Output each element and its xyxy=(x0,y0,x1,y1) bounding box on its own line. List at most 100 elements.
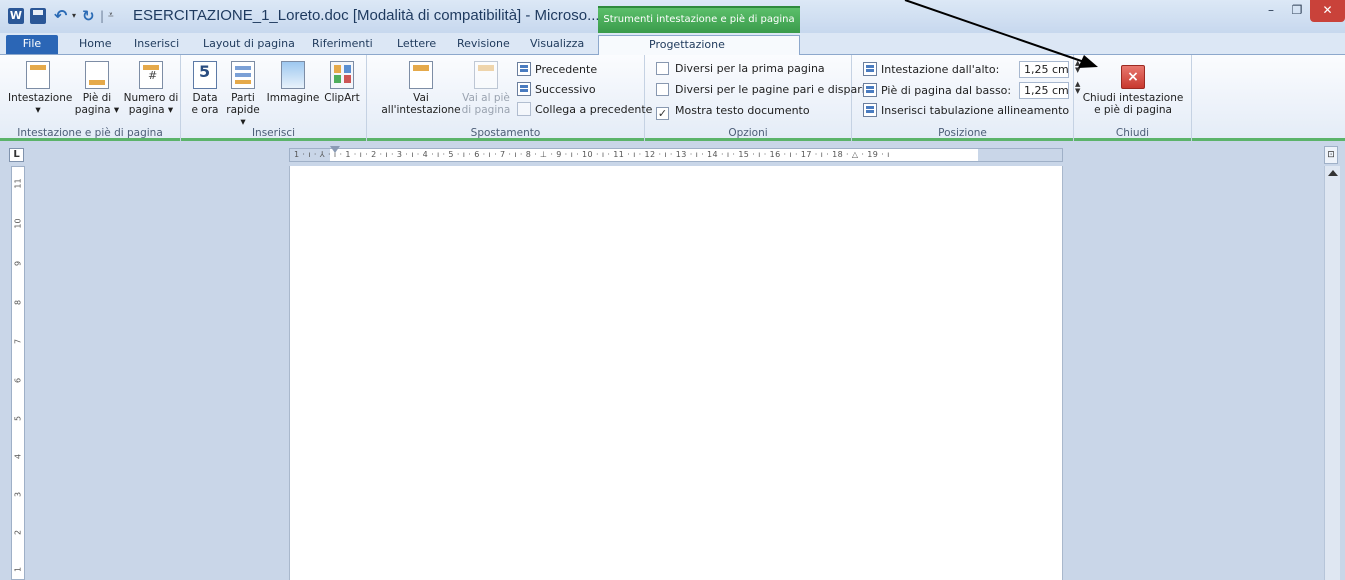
close-button[interactable]: ✕ xyxy=(1310,0,1345,22)
data-ora-button[interactable]: Data e ora xyxy=(187,57,223,116)
tab-revisione[interactable]: Revisione xyxy=(457,35,510,55)
diversi-pari-label: Diversi per le pagine pari e dispari xyxy=(675,83,865,96)
group-label-options: Opzioni xyxy=(728,127,768,139)
redo-icon[interactable]: ↻ xyxy=(82,8,98,24)
vai-pie-label-1: Vai al piè xyxy=(462,92,510,104)
horizontal-ruler[interactable]: 1 · ı · ⅄ · ı · 1 · ı · 2 · ı · 3 · ı · … xyxy=(289,148,1063,162)
title-bar: W ↶ ▾ ↻ | ⩡ ESERCITAZIONE_1_Loreto.doc [… xyxy=(0,0,1345,33)
intestazione-alto-input[interactable]: 1,25 cm xyxy=(1019,61,1069,78)
vai-int-label-1: Vai xyxy=(413,92,429,104)
vertical-ruler[interactable]: 11 10 9 8 7 6 5 4 3 2 1 xyxy=(11,166,25,580)
precedente-button[interactable]: Precedente xyxy=(517,61,597,79)
scroll-up-icon[interactable] xyxy=(1328,170,1338,176)
immagine-button[interactable]: Immagine xyxy=(265,57,321,104)
parti-label-2: rapide xyxy=(226,104,260,116)
tab-visualizza[interactable]: Visualizza xyxy=(530,35,584,55)
tab-layout[interactable]: Layout di pagina xyxy=(203,35,295,55)
tab-file[interactable]: File xyxy=(6,35,58,54)
checkbox-checked-icon[interactable]: ✓ xyxy=(656,107,669,120)
tab-progettazione[interactable]: Progettazione xyxy=(598,35,800,56)
parti-rapide-button[interactable]: Parti rapide ▾ xyxy=(223,57,263,128)
group-label-header-footer: Intestazione e piè di pagina xyxy=(17,127,163,139)
customize-toolbar-icon[interactable]: ⩡ xyxy=(108,8,124,24)
window-title: ESERCITAZIONE_1_Loreto.doc [Modalità di … xyxy=(133,7,600,24)
close-header-footer-icon: × xyxy=(1121,65,1145,89)
vai-pie-button[interactable]: Vai al piè di pagina xyxy=(461,57,511,116)
diversi-prima-label: Diversi per la prima pagina xyxy=(675,62,825,75)
diversi-pari-dispari-checkbox[interactable]: Diversi per le pagine pari e dispari xyxy=(656,81,865,99)
link-icon xyxy=(517,102,531,116)
go-to-footer-icon xyxy=(474,61,498,89)
group-label-navigation: Spostamento xyxy=(470,127,541,139)
ruler-bar: L 1 · ı · ⅄ · ı · 1 · ı · 2 · ı · 3 · ı … xyxy=(0,144,1345,166)
tab-riferimenti[interactable]: Riferimenti xyxy=(312,35,373,55)
picture-icon xyxy=(281,61,305,89)
save-icon[interactable] xyxy=(30,8,46,24)
minimize-button[interactable]: – xyxy=(1258,0,1284,22)
header-icon xyxy=(26,61,50,89)
clipart-label: ClipArt xyxy=(324,92,360,104)
ribbon: Intestazione ▾ Piè di pagina ▾ Numero di… xyxy=(0,55,1345,141)
pie-basso-label: Piè di pagina dal basso: xyxy=(881,84,1012,97)
undo-icon[interactable]: ↶ xyxy=(54,8,70,24)
vruler-tick: 3 xyxy=(13,491,23,498)
chiudi-label-1: Chiudi intestazione xyxy=(1082,92,1184,104)
pie-di-pagina-button[interactable]: Piè di pagina ▾ xyxy=(72,57,122,116)
vruler-tick: 10 xyxy=(13,218,23,229)
group-label-close: Chiudi xyxy=(1115,127,1150,139)
maximize-button[interactable]: ❐ xyxy=(1284,0,1310,22)
contextual-tab-group-label: Strumenti intestazione e piè di pagina xyxy=(598,6,800,33)
clipart-button[interactable]: ClipArt xyxy=(321,57,363,104)
successivo-button[interactable]: Successivo xyxy=(517,81,596,99)
document-page[interactable] xyxy=(289,166,1063,580)
numero-label-2: pagina xyxy=(128,104,165,116)
tab-align-icon xyxy=(863,103,877,117)
vai-int-label-2: all'intestazione xyxy=(381,104,461,116)
group-header-footer: Intestazione ▾ Piè di pagina ▾ Numero di… xyxy=(0,55,181,141)
view-ruler-icon[interactable]: ⊡ xyxy=(1324,146,1338,164)
intestazione-button[interactable]: Intestazione ▾ xyxy=(8,57,73,116)
numero-pagina-button[interactable]: Numero di pagina ▾ xyxy=(122,57,180,116)
data-label-1: Data xyxy=(192,92,218,104)
pie-basso-input[interactable]: 1,25 cm xyxy=(1019,82,1069,99)
diversi-prima-checkbox[interactable]: Diversi per la prima pagina xyxy=(656,60,825,78)
tabulazione-button[interactable]: Inserisci tabulazione allineamento xyxy=(863,102,1069,120)
intestazione-label: Intestazione xyxy=(8,92,73,104)
vai-intestazione-button[interactable]: Vai all'intestazione xyxy=(379,57,463,116)
tab-lettere[interactable]: Lettere xyxy=(397,35,436,55)
intestazione-alto-row: Intestazione dall'alto: 1,25 cm ▲ ▼ xyxy=(863,60,1080,78)
vruler-tick: 9 xyxy=(13,260,23,267)
immagine-label: Immagine xyxy=(266,92,320,104)
vruler-tick: 1 xyxy=(13,566,23,573)
collega-precedente-button[interactable]: Collega a precedente xyxy=(517,101,652,119)
tab-inserisci[interactable]: Inserisci xyxy=(134,35,179,55)
numero-label-1: Numero di xyxy=(123,92,179,104)
tab-home[interactable]: Home xyxy=(79,35,111,55)
ribbon-tabs: File Home Inserisci Layout di pagina Rif… xyxy=(0,33,1345,84)
chiudi-label-2: e piè di pagina xyxy=(1094,104,1172,116)
data-label-2: e ora xyxy=(191,104,219,116)
pie-label-2: pagina xyxy=(74,104,111,116)
group-navigation: Vai all'intestazione Vai al piè di pagin… xyxy=(367,55,652,141)
page-number-icon xyxy=(139,61,163,89)
calendar-icon xyxy=(193,61,217,89)
group-close: × Chiudi intestazione e piè di pagina Ch… xyxy=(1074,55,1192,141)
indent-marker-icon[interactable] xyxy=(330,146,340,153)
chiudi-intestazione-button[interactable]: × Chiudi intestazione e piè di pagina xyxy=(1080,57,1186,116)
vruler-tick: 4 xyxy=(13,453,23,460)
vai-pie-label-2: di pagina xyxy=(461,104,511,116)
vruler-tick: 8 xyxy=(13,299,23,306)
mostra-testo-checkbox[interactable]: ✓ Mostra testo documento xyxy=(656,102,810,120)
go-to-header-icon xyxy=(409,61,433,89)
checkbox-unchecked-icon[interactable] xyxy=(656,83,669,96)
word-app-icon[interactable]: W xyxy=(8,8,24,24)
ruler-ticks: 1 · ı · ⅄ · ı · 1 · ı · 2 · ı · 3 · ı · … xyxy=(294,150,890,159)
checkbox-unchecked-icon[interactable] xyxy=(656,62,669,75)
parti-label-1: Parti xyxy=(231,92,255,104)
vruler-tick: 7 xyxy=(13,338,23,345)
mostra-testo-label: Mostra testo documento xyxy=(675,104,810,117)
vertical-scrollbar[interactable] xyxy=(1324,166,1340,580)
next-icon xyxy=(517,82,531,96)
tab-selector[interactable]: L xyxy=(9,148,24,162)
pie-basso-row: Piè di pagina dal basso: 1,25 cm ▲ ▼ xyxy=(863,81,1080,99)
